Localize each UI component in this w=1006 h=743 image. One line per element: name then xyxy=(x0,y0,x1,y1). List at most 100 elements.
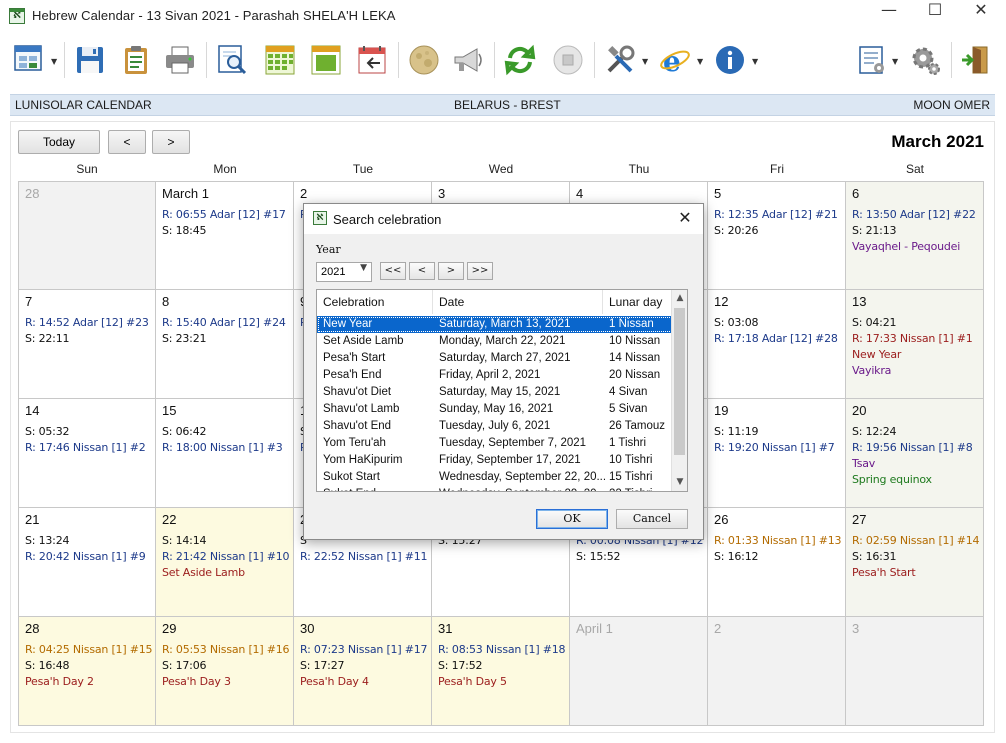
day-number: 5 xyxy=(714,186,722,201)
day-cell[interactable]: 7 R: 14:52 Adar [12] #23 S: 22:11 xyxy=(18,290,156,399)
preview-icon[interactable] xyxy=(212,40,252,80)
settings-list-icon[interactable] xyxy=(852,40,892,80)
month-grid-icon[interactable] xyxy=(260,40,300,80)
sun-time: S: 06:42 xyxy=(162,425,207,438)
day-cell[interactable]: April 1 xyxy=(570,617,708,726)
celebration-date: Wednesday, September 22, 20... xyxy=(439,471,605,483)
celebration-date: Saturday, March 13, 2021 xyxy=(439,318,571,330)
close-icon[interactable]: ✕ xyxy=(958,0,1004,32)
moon-rise: R: 20:42 Nissan [1] #9 xyxy=(25,550,146,563)
internet-explorer-icon[interactable]: e xyxy=(655,40,695,80)
day-cell[interactable]: 8 R: 15:40 Adar [12] #24 S: 23:21 xyxy=(156,290,294,399)
prev-year-button[interactable]: < xyxy=(409,262,435,280)
ie-dropdown-icon[interactable]: ▼ xyxy=(697,57,703,66)
table-row[interactable]: Pesa'h Start Saturday, March 27, 2021 14 N… xyxy=(317,350,673,367)
day-cell[interactable]: 14 S: 05:32 R: 17:46 Nissan [1] #2 xyxy=(18,399,156,508)
toolbar-separator xyxy=(206,42,207,78)
column-header-date[interactable]: Date xyxy=(433,290,603,314)
sun-time: S: 16:12 xyxy=(714,550,759,563)
day-cell[interactable]: 29 R: 05:53 Nissan [1] #16 S: 17:06 Pesa'h … xyxy=(156,617,294,726)
view-dropdown-icon[interactable]: ▼ xyxy=(51,57,57,66)
day-number: 6 xyxy=(852,186,860,201)
day-name-header: Tue xyxy=(352,162,374,176)
moon-rise: R: 22:52 Nissan [1] #11 xyxy=(300,550,428,563)
minimize-icon[interactable]: — xyxy=(866,0,912,32)
day-cell[interactable]: March 1 R: 06:55 Adar [12] #17 S: 18:45 xyxy=(156,181,294,290)
first-year-button[interactable]: << xyxy=(380,262,406,280)
moon-rise: R: 13:50 Adar [12] #22 xyxy=(852,208,976,221)
toolbar-separator xyxy=(494,42,495,78)
settings-dropdown-icon[interactable]: ▼ xyxy=(892,57,898,66)
lunar-day: 20 Nissan xyxy=(609,369,661,381)
moon-rise: R: 12:35 Adar [12] #21 xyxy=(714,208,838,221)
next-month-button[interactable]: > xyxy=(152,130,190,154)
maximize-icon[interactable]: ☐ xyxy=(912,0,958,32)
moon-rise: R: 19:56 Nissan [1] #8 xyxy=(852,441,973,454)
last-year-button[interactable]: >> xyxy=(467,262,493,280)
gear-icon[interactable] xyxy=(905,40,945,80)
table-row[interactable]: Yom HaKipurim Friday, September 17, 2021 1… xyxy=(317,452,673,469)
day-cell[interactable]: 22 S: 14:14 R: 21:42 Nissan [1] #10 Set Asi… xyxy=(156,508,294,617)
table-row[interactable]: Sukot End Wednesday, September 29, 20... 2… xyxy=(317,486,673,491)
day-cell[interactable]: 5 R: 12:35 Adar [12] #21 S: 20:26 xyxy=(708,181,846,290)
info-icon[interactable] xyxy=(710,40,750,80)
table-row[interactable]: Shavu'ot End Tuesday, July 6, 2021 26 Tamo… xyxy=(317,418,673,435)
scrollbar[interactable]: ▲ ▼ xyxy=(671,290,687,491)
day-cell[interactable]: 30 R: 07:23 Nissan [1] #17 S: 17:27 Pesa'h … xyxy=(294,617,432,726)
prev-month-button[interactable]: < xyxy=(108,130,146,154)
day-cell[interactable]: 31 R: 08:53 Nissan [1] #18 S: 17:52 Pesa'h … xyxy=(432,617,570,726)
day-cell[interactable]: 26 R: 01:33 Nissan [1] #13 S: 16:12 xyxy=(708,508,846,617)
day-cell[interactable]: 28 xyxy=(18,181,156,290)
announce-icon[interactable] xyxy=(448,40,488,80)
today-button[interactable]: Today xyxy=(18,130,100,154)
table-row[interactable]: Sukot Start Wednesday, September 22, 20..… xyxy=(317,469,673,486)
moon-icon[interactable] xyxy=(404,40,444,80)
year-select[interactable]: 2021 ▼ xyxy=(316,262,372,282)
scroll-up-icon[interactable]: ▲ xyxy=(672,290,687,306)
refresh-icon[interactable] xyxy=(500,40,540,80)
close-icon[interactable]: ✕ xyxy=(673,208,697,227)
day-cell[interactable]: 20 S: 12:24 R: 19:56 Nissan [1] #8 Tsav Spri… xyxy=(846,399,984,508)
table-row[interactable]: Pesa'h End Friday, April 2, 2021 20 Nissan xyxy=(317,367,673,384)
clipboard-icon[interactable] xyxy=(116,40,156,80)
exit-icon[interactable] xyxy=(955,40,995,80)
sun-time: S: 05:32 xyxy=(25,425,70,438)
tools-icon[interactable] xyxy=(600,40,640,80)
day-cell[interactable]: 28 R: 04:25 Nissan [1] #15 S: 16:48 Pesa'h … xyxy=(18,617,156,726)
column-header-lunar-day[interactable]: Lunar day xyxy=(603,290,673,314)
stop-icon[interactable] xyxy=(548,40,588,80)
moon-rise: R: 01:33 Nissan [1] #13 xyxy=(714,534,842,547)
week-grid-icon[interactable] xyxy=(306,40,346,80)
next-year-button[interactable]: > xyxy=(438,262,464,280)
view-icon[interactable] xyxy=(10,40,50,80)
day-cell[interactable]: 2 xyxy=(708,617,846,726)
day-cell[interactable]: 3 xyxy=(846,617,984,726)
tools-dropdown-icon[interactable]: ▼ xyxy=(642,57,648,66)
day-number: 13 xyxy=(852,294,867,309)
table-row[interactable]: Shavu'ot Diet Saturday, May 15, 2021 4 Siv… xyxy=(317,384,673,401)
table-row[interactable]: New Year Saturday, March 13, 2021 1 Nissan xyxy=(317,316,673,333)
save-icon[interactable] xyxy=(70,40,110,80)
cancel-button[interactable]: Cancel xyxy=(616,509,688,529)
scroll-down-icon[interactable]: ▼ xyxy=(672,474,687,490)
day-cell[interactable]: 19 S: 11:19 R: 19:20 Nissan [1] #7 xyxy=(708,399,846,508)
scroll-thumb[interactable] xyxy=(674,308,685,455)
table-row[interactable]: Set Aside Lamb Monday, March 22, 2021 10 N… xyxy=(317,333,673,350)
day-cell[interactable]: 6 R: 13:50 Adar [12] #22 S: 21:13 Vayaqhel … xyxy=(846,181,984,290)
celebration-date: Sunday, May 16, 2021 xyxy=(439,403,554,415)
celebration-list[interactable]: Celebration Date Lunar day New Year Satur… xyxy=(316,289,688,492)
day-cell[interactable]: 27 R: 02:59 Nissan [1] #14 S: 16:31 Pesa'h … xyxy=(846,508,984,617)
table-row[interactable]: Yom Teru'ah Tuesday, September 7, 2021 1 T… xyxy=(317,435,673,452)
column-header-celebration[interactable]: Celebration xyxy=(317,290,433,314)
ok-button[interactable]: OK xyxy=(536,509,608,529)
moon-rise: R: 05:53 Nissan [1] #16 xyxy=(162,643,290,656)
moon-rise: R: 02:59 Nissan [1] #14 xyxy=(852,534,980,547)
export-calendar-icon[interactable] xyxy=(352,40,392,80)
day-cell[interactable]: 15 S: 06:42 R: 18:00 Nissan [1] #3 xyxy=(156,399,294,508)
day-cell[interactable]: 21 S: 13:24 R: 20:42 Nissan [1] #9 xyxy=(18,508,156,617)
print-icon[interactable] xyxy=(160,40,200,80)
day-cell[interactable]: 12 S: 03:08 R: 17:18 Adar [12] #28 xyxy=(708,290,846,399)
table-row[interactable]: Shavu'ot Lamb Sunday, May 16, 2021 5 Sivan xyxy=(317,401,673,418)
info-dropdown-icon[interactable]: ▼ xyxy=(752,57,758,66)
day-cell[interactable]: 13 S: 04:21 R: 17:33 Nissan [1] #1 New Year… xyxy=(846,290,984,399)
